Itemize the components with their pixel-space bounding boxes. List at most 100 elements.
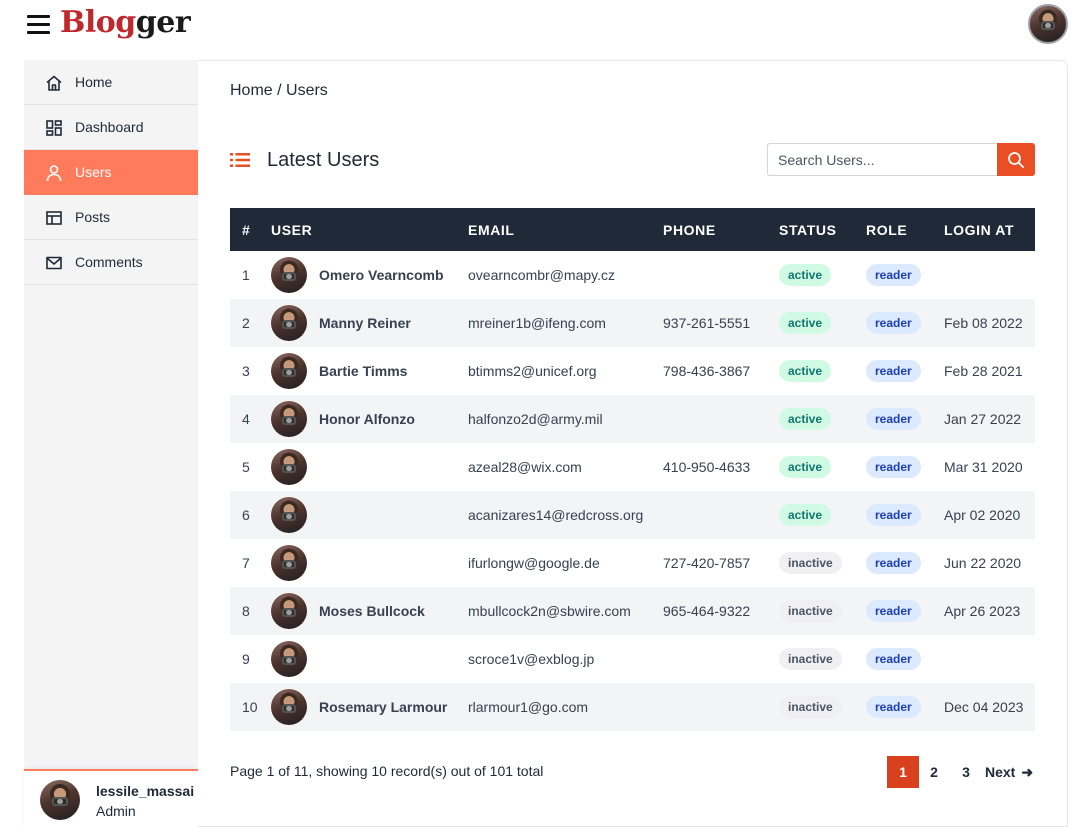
- login-date: Feb 28 2021: [944, 363, 1023, 379]
- user-name: Bartie Timms: [319, 363, 408, 379]
- role-badge: reader: [866, 552, 921, 574]
- login-date: Feb 08 2022: [944, 315, 1023, 331]
- user-icon: [46, 165, 62, 182]
- sidebar-item-label: Home: [75, 74, 113, 90]
- profile-avatar[interactable]: [1028, 4, 1068, 44]
- user-phone: 937-261-5551: [663, 315, 751, 331]
- sidebar-item-users[interactable]: Users: [24, 150, 198, 195]
- user-email: scroce1v@exblog.jp: [468, 651, 595, 667]
- login-date: [944, 251, 1035, 299]
- status-badge: inactive: [779, 552, 842, 574]
- page-button-2[interactable]: 2: [923, 756, 945, 788]
- sidebar-item-label: Dashboard: [75, 119, 144, 135]
- column-header-user[interactable]: USER: [271, 208, 468, 251]
- column-header-status[interactable]: STATUS: [779, 208, 866, 251]
- login-date: Dec 04 2023: [944, 699, 1024, 715]
- user-email: btimms2@unicef.org: [468, 363, 597, 379]
- table-row[interactable]: 1 Omero Vearncomb ovearncombr@mapy.cz ac…: [230, 251, 1035, 299]
- table-row[interactable]: 7 ifurlongw@google.de 727-420-7857 inact…: [230, 539, 1035, 587]
- table-row[interactable]: 6 acanizares14@redcross.org active reade…: [230, 491, 1035, 539]
- column-header-role[interactable]: ROLE: [866, 208, 944, 251]
- current-user-card[interactable]: lessile_massai Admin: [24, 769, 198, 827]
- table-row[interactable]: 2 Manny Reiner mreiner1b@ifeng.com 937-2…: [230, 299, 1035, 347]
- user-phone: 727-420-7857: [663, 555, 751, 571]
- row-number: 8: [242, 603, 250, 619]
- role-badge: reader: [866, 600, 921, 622]
- table-row[interactable]: 9 scroce1v@exblog.jp inactive reader: [230, 635, 1035, 683]
- avatar: [271, 497, 307, 533]
- arrow-right-icon: ➜: [1021, 764, 1034, 780]
- user-name: Omero Vearncomb: [319, 267, 444, 283]
- avatar: [271, 449, 307, 485]
- sidebar-item-posts[interactable]: Posts: [24, 195, 198, 240]
- column-header-login-at[interactable]: LOGIN AT: [944, 208, 1035, 251]
- user-email: azeal28@wix.com: [468, 459, 582, 475]
- user-name: Rosemary Larmour: [319, 699, 448, 715]
- user-email: rlarmour1@go.com: [468, 699, 589, 715]
- column-header-email[interactable]: EMAIL: [468, 208, 663, 251]
- table-icon: [46, 211, 62, 225]
- table-row[interactable]: 4 Honor Alfonzo halfonzo2d@army.mil acti…: [230, 395, 1035, 443]
- sidebar-item-home[interactable]: Home: [24, 60, 198, 105]
- sidebar-item-label: Comments: [75, 254, 143, 270]
- login-date: Apr 02 2020: [944, 507, 1021, 523]
- current-user-name: lessile_massai: [96, 783, 195, 799]
- row-number: 1: [242, 267, 250, 283]
- app-logo[interactable]: Blogger: [60, 5, 191, 40]
- pagination-info: Page 1 of 11, showing 10 record(s) out o…: [230, 763, 544, 779]
- user-phone: [663, 395, 779, 443]
- next-page-button[interactable]: Next ➜: [985, 756, 1037, 788]
- row-number: 2: [242, 315, 250, 331]
- table-row[interactable]: 5 azeal28@wix.com 410-950-4633 active re…: [230, 443, 1035, 491]
- user-phone: [663, 491, 779, 539]
- role-badge: reader: [866, 408, 921, 430]
- user-name: Honor Alfonzo: [319, 411, 415, 427]
- status-badge: inactive: [779, 696, 842, 718]
- row-number: 7: [242, 555, 250, 571]
- role-badge: reader: [866, 360, 921, 382]
- hamburger-menu-icon[interactable]: [27, 14, 50, 34]
- table-row[interactable]: 10 Rosemary Larmour rlarmour1@go.com ina…: [230, 683, 1035, 731]
- page-title: Latest Users: [267, 149, 380, 171]
- login-date: Apr 26 2023: [944, 603, 1021, 619]
- status-badge: active: [779, 504, 832, 526]
- sidebar-item-label: Users: [75, 164, 112, 180]
- user-phone: [663, 251, 779, 299]
- column-header-number[interactable]: #: [230, 208, 271, 251]
- status-badge: active: [779, 360, 832, 382]
- user-email: acanizares14@redcross.org: [468, 507, 644, 523]
- status-badge: inactive: [779, 648, 842, 670]
- user-email: ovearncombr@mapy.cz: [468, 267, 615, 283]
- user-phone: 965-464-9322: [663, 603, 751, 619]
- role-badge: reader: [866, 648, 921, 670]
- search-input[interactable]: [767, 143, 997, 176]
- avatar: [271, 545, 307, 581]
- next-label: Next: [985, 764, 1016, 780]
- avatar: [271, 401, 307, 437]
- status-badge: active: [779, 456, 832, 478]
- table-header-row: # USER EMAIL PHONE STATUS ROLE LOGIN AT: [230, 208, 1035, 251]
- role-badge: reader: [866, 264, 921, 286]
- search-button[interactable]: [997, 143, 1035, 176]
- column-header-phone[interactable]: PHONE: [663, 208, 779, 251]
- user-phone: 798-436-3867: [663, 363, 751, 379]
- page-button-1[interactable]: 1: [887, 756, 919, 788]
- status-badge: active: [779, 408, 832, 430]
- user-email: halfonzo2d@army.mil: [468, 411, 603, 427]
- user-email: mbullcock2n@sbwire.com: [468, 603, 631, 619]
- users-table-body: 1 Omero Vearncomb ovearncombr@mapy.cz ac…: [230, 251, 1035, 731]
- sidebar-item-comments[interactable]: Comments: [24, 240, 198, 285]
- breadcrumb: Home / Users: [230, 82, 328, 99]
- avatar: [271, 257, 307, 293]
- status-badge: active: [779, 312, 832, 334]
- row-number: 4: [242, 411, 250, 427]
- sidebar-item-dashboard[interactable]: Dashboard: [24, 105, 198, 150]
- row-number: 6: [242, 507, 250, 523]
- row-number: 9: [242, 651, 250, 667]
- table-row[interactable]: 3 Bartie Timms btimms2@unicef.org 798-43…: [230, 347, 1035, 395]
- list-icon: [230, 153, 250, 167]
- role-badge: reader: [866, 456, 921, 478]
- table-row[interactable]: 8 Moses Bullcock mbullcock2n@sbwire.com …: [230, 587, 1035, 635]
- page-button-3[interactable]: 3: [955, 756, 977, 788]
- search-icon: [1008, 152, 1024, 168]
